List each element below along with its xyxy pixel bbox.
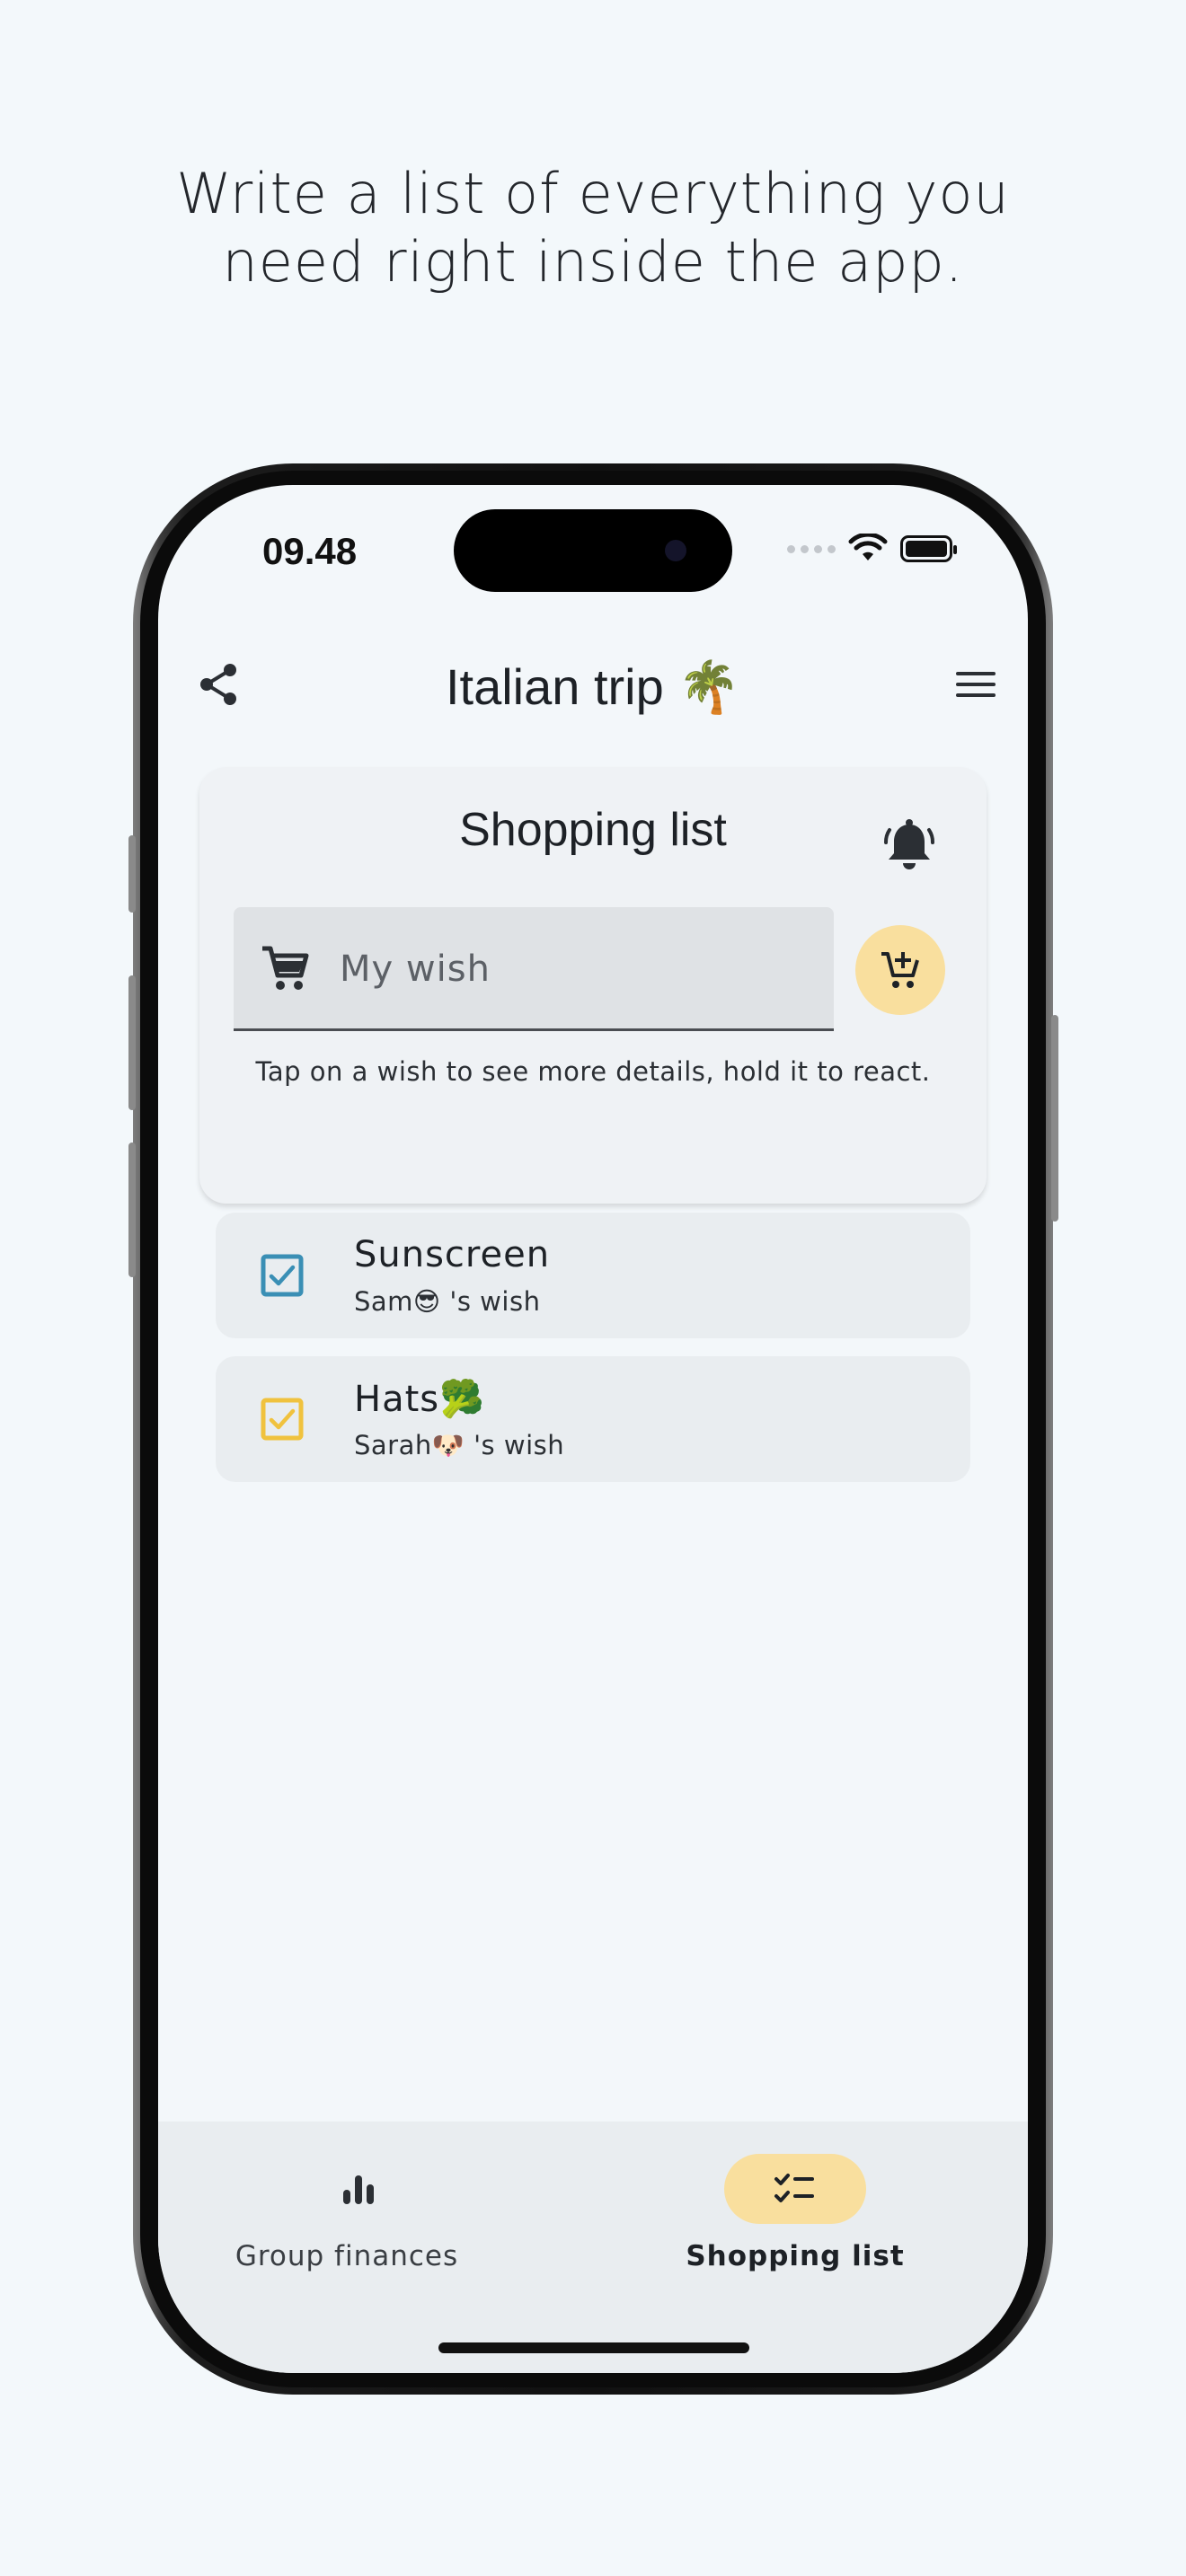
home-indicator bbox=[438, 2342, 749, 2353]
bottom-navigation: Group finances Shopping list bbox=[158, 2122, 1028, 2373]
shopping-list-card: Shopping list My wish Tap on a wish to s… bbox=[199, 767, 987, 1204]
app-header: Italian trip 🌴 bbox=[158, 638, 1028, 728]
nav-group-finances[interactable]: Group finances bbox=[185, 2154, 509, 2280]
hint-text: Tap on a wish to see more details, hold … bbox=[255, 1056, 931, 1087]
cart-plus-icon bbox=[881, 952, 919, 988]
phone-volume-down-button bbox=[128, 1142, 136, 1277]
dynamic-island bbox=[454, 509, 732, 592]
cellular-dots-icon bbox=[787, 544, 836, 553]
battery-icon bbox=[900, 535, 957, 562]
notification-button[interactable] bbox=[882, 817, 936, 875]
wish-owner: Sarah🐶 's wish bbox=[354, 1430, 565, 1460]
bell-ring-icon bbox=[884, 819, 934, 869]
card-title: Shopping list bbox=[459, 804, 727, 856]
phone-volume-up-button bbox=[128, 975, 136, 1110]
wish-item[interactable]: Sunscreen Sam😎 's wish bbox=[216, 1213, 970, 1338]
nav-shopping-list[interactable]: Shopping list bbox=[622, 2154, 945, 2280]
wish-name: Sunscreen bbox=[354, 1234, 551, 1275]
wish-field[interactable] bbox=[234, 907, 834, 1031]
phone-screen: 09.48 Italian trip 🌴 Shopping list My wi… bbox=[158, 485, 1028, 2373]
status-icons bbox=[787, 534, 957, 564]
wish-name: Hats🥦 bbox=[354, 1379, 485, 1420]
checkbox-checked-icon[interactable] bbox=[261, 1254, 304, 1297]
active-indicator bbox=[724, 2154, 866, 2224]
wifi-icon bbox=[848, 534, 888, 560]
wish-input[interactable] bbox=[340, 938, 807, 1001]
marketing-headline: Write a list of everything you need righ… bbox=[0, 160, 1186, 296]
page-title: Italian trip 🌴 bbox=[445, 658, 741, 715]
phone-power-button bbox=[1051, 1015, 1058, 1222]
wish-owner: Sam😎 's wish bbox=[354, 1286, 541, 1317]
add-wish-button[interactable] bbox=[855, 925, 945, 1015]
nav-label: Group finances bbox=[235, 2240, 459, 2272]
headline-line-1: Write a list of everything you bbox=[176, 161, 1010, 226]
hamburger-menu-icon bbox=[956, 672, 996, 697]
status-time: 09.48 bbox=[262, 530, 358, 572]
bar-chart-icon bbox=[343, 2175, 374, 2204]
headline-line-2: need right inside the app. bbox=[222, 229, 964, 295]
cart-icon bbox=[262, 946, 309, 990]
checkbox-checked-icon[interactable] bbox=[261, 1398, 304, 1441]
phone-action-button bbox=[128, 835, 136, 913]
wish-item[interactable]: Hats🥦 Sarah🐶 's wish bbox=[216, 1356, 970, 1482]
nav-label: Shopping list bbox=[686, 2240, 905, 2272]
menu-button[interactable] bbox=[951, 659, 1001, 710]
checklist-icon bbox=[774, 2174, 814, 2202]
